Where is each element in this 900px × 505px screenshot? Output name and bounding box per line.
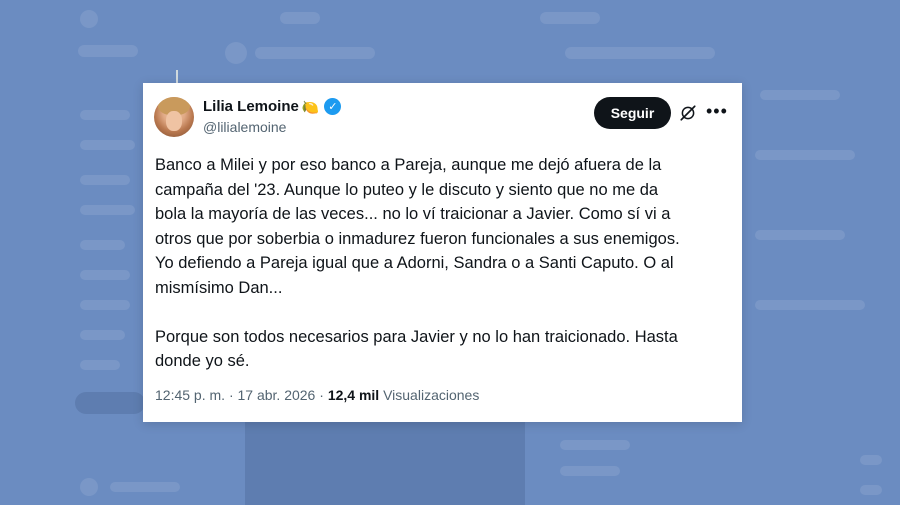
tweet-date[interactable]: 17 abr. 2026 bbox=[238, 387, 316, 403]
grok-icon[interactable] bbox=[679, 104, 697, 122]
meta-separator: · bbox=[228, 387, 234, 403]
views-label: Visualizaciones bbox=[383, 387, 480, 403]
verified-badge-icon: ✓ bbox=[324, 98, 342, 115]
author-name[interactable]: Lilia Lemoine bbox=[203, 98, 299, 115]
follow-button[interactable]: Seguir bbox=[594, 97, 671, 129]
tweet-time[interactable]: 12:45 p. m. bbox=[155, 387, 225, 403]
more-options-icon[interactable]: ••• bbox=[706, 102, 728, 120]
author-name-row: Lilia Lemoine 🍋 ✓ bbox=[203, 98, 342, 115]
tweet-meta: 12:45 p. m. · 17 abr. 2026 · 12,4 mil Vi… bbox=[155, 387, 479, 403]
author-handle[interactable]: @lilialemoine bbox=[203, 119, 286, 135]
tweet-text: Banco a Milei y por eso banco a Pareja, … bbox=[155, 156, 680, 370]
tweet-card: Lilia Lemoine 🍋 ✓ @lilialemoine Seguir •… bbox=[143, 83, 742, 422]
views-count[interactable]: 12,4 mil bbox=[328, 387, 379, 403]
lemon-emoji: 🍋 bbox=[301, 98, 320, 115]
meta-separator: · bbox=[319, 387, 324, 403]
avatar[interactable] bbox=[154, 97, 194, 137]
